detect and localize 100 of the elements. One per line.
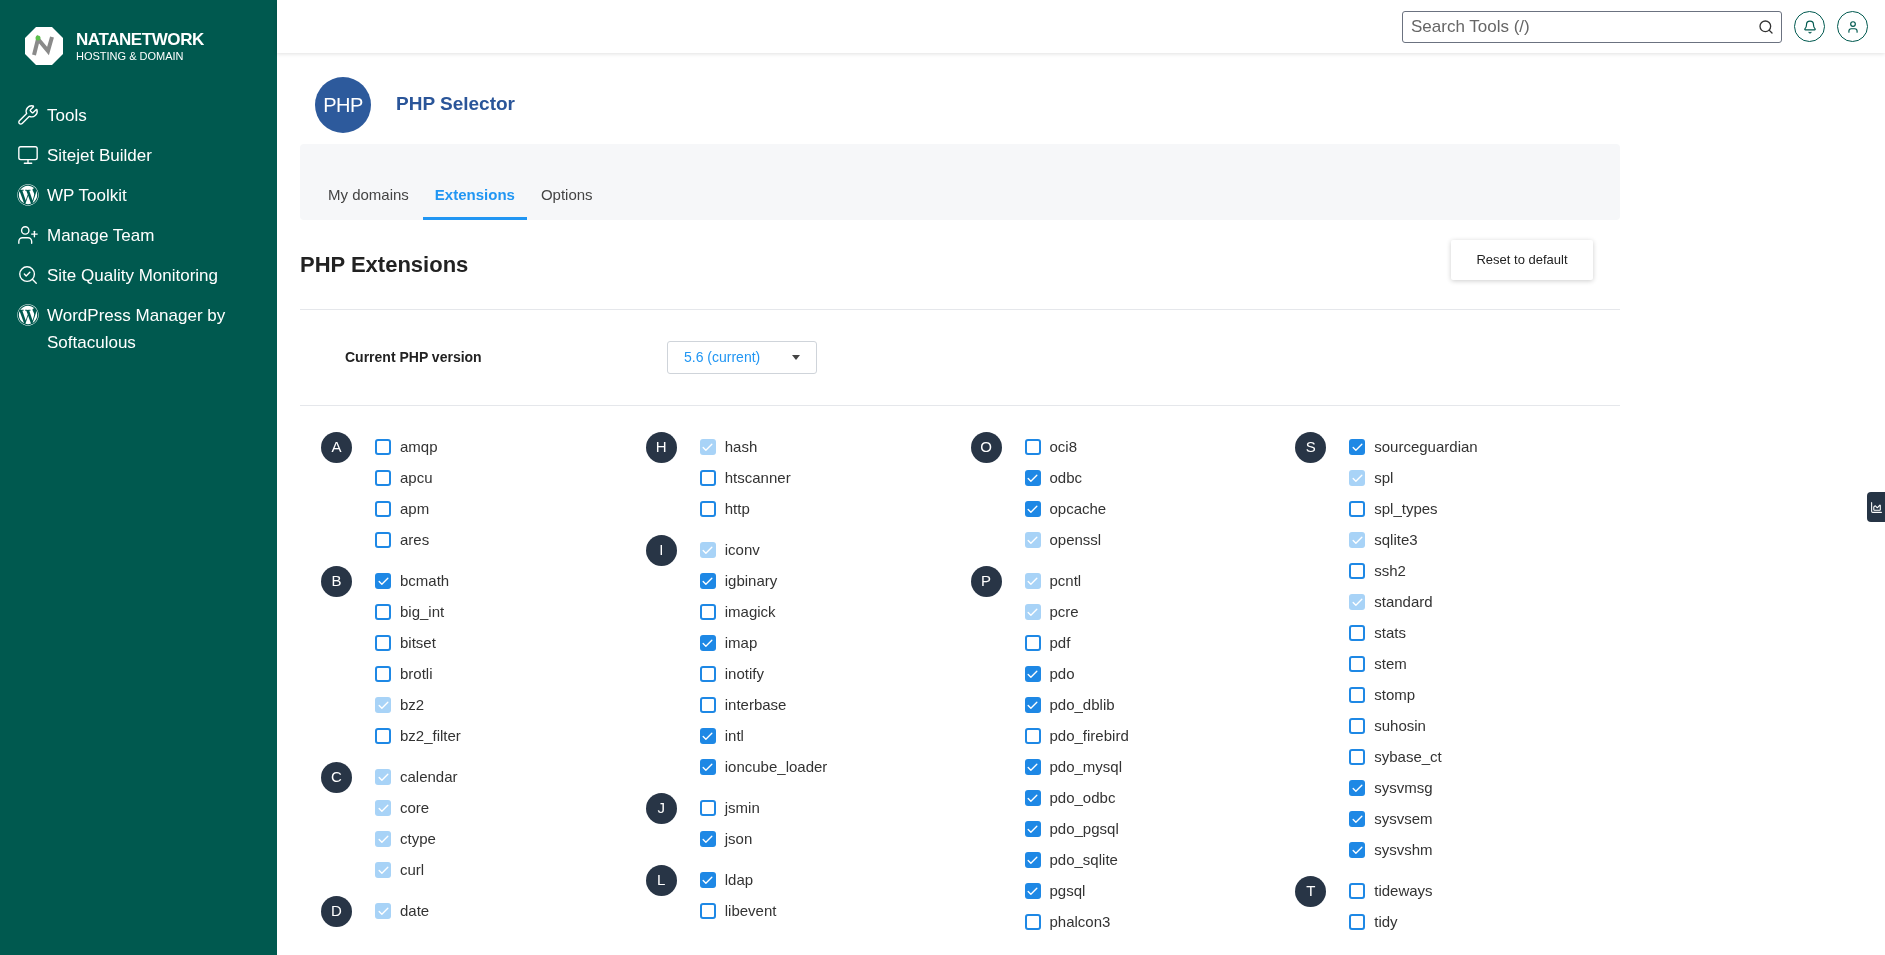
tab[interactable]: Options: [528, 183, 605, 220]
checkbox[interactable]: [1349, 718, 1366, 734]
extension-label: spl_types: [1374, 498, 1438, 519]
checkbox[interactable]: [1349, 914, 1366, 930]
letter-badge: D: [321, 896, 352, 927]
checkbox[interactable]: [1024, 790, 1041, 806]
checkbox[interactable]: [1024, 501, 1041, 517]
checkbox[interactable]: [699, 697, 716, 713]
checkbox[interactable]: [1349, 656, 1366, 672]
php-logo: PHP: [315, 76, 371, 133]
page-title: PHP Selector: [396, 92, 515, 117]
extension-label: stomp: [1374, 684, 1416, 705]
letter-badge: I: [645, 535, 677, 566]
letter-badge: B: [321, 566, 352, 597]
checkbox[interactable]: [1349, 439, 1366, 455]
extension-label: pgsql: [1049, 880, 1086, 901]
search-check-icon: [17, 264, 39, 286]
checkbox[interactable]: [1349, 883, 1366, 899]
sidebar-item[interactable]: Manage Team: [17, 222, 265, 249]
extension-label: spl: [1374, 467, 1394, 488]
extension-label: ldap: [724, 869, 754, 890]
letter-badge: J: [645, 793, 677, 824]
extension-label: bitset: [400, 632, 436, 653]
checkbox[interactable]: [1349, 687, 1366, 703]
sidebar-item[interactable]: Tools: [17, 102, 265, 129]
chart-tab-button[interactable]: [1867, 492, 1885, 522]
checkbox[interactable]: [699, 573, 716, 589]
checkbox[interactable]: [1024, 883, 1041, 899]
checkbox[interactable]: [1024, 697, 1041, 713]
tab[interactable]: My domains: [316, 183, 421, 220]
sidebar-item[interactable]: WP Toolkit: [17, 182, 265, 209]
checkbox[interactable]: [1024, 470, 1041, 486]
checkbox[interactable]: [375, 470, 391, 486]
extension-label: pdo_sqlite: [1049, 849, 1118, 870]
sidebar-item[interactable]: Site Quality Monitoring: [17, 262, 265, 289]
extension-label: inotify: [724, 663, 764, 684]
checkbox[interactable]: [699, 470, 716, 486]
checkbox[interactable]: [375, 501, 391, 517]
checkbox[interactable]: [1024, 821, 1041, 837]
extension-label: calendar: [400, 766, 458, 787]
checkbox[interactable]: [699, 800, 716, 816]
checkbox[interactable]: [375, 532, 391, 548]
checkbox[interactable]: [1024, 635, 1041, 651]
extension-label: libevent: [724, 900, 777, 921]
extension-label: jsmin: [724, 797, 760, 818]
checkbox[interactable]: [1349, 625, 1366, 641]
extension-label: core: [400, 797, 430, 818]
checkbox[interactable]: [699, 903, 716, 919]
checkbox[interactable]: [699, 604, 716, 620]
version-label: Current PHP version: [345, 348, 483, 367]
checkbox[interactable]: [1349, 780, 1366, 796]
checkbox[interactable]: [699, 666, 716, 682]
extension-label: apm: [400, 498, 430, 519]
checkbox[interactable]: [1349, 811, 1366, 827]
checkbox[interactable]: [1024, 728, 1041, 744]
letter-badge: O: [970, 432, 1002, 463]
extension-label: tideways: [1374, 880, 1433, 901]
extension-label: apcu: [400, 467, 433, 488]
checkbox[interactable]: [699, 728, 716, 744]
checkbox[interactable]: [1024, 852, 1041, 868]
checkbox[interactable]: [1024, 759, 1041, 775]
extension-label: htscanner: [724, 467, 791, 488]
extension-label: stats: [1374, 622, 1406, 643]
checkbox[interactable]: [375, 573, 391, 589]
checkbox[interactable]: [375, 728, 391, 744]
checkbox[interactable]: [375, 635, 391, 651]
bell-icon: [1802, 19, 1817, 34]
checkbox[interactable]: [699, 635, 716, 651]
checkbox[interactable]: [699, 501, 716, 517]
sidebar-item[interactable]: WordPress Manager by Softaculous: [17, 302, 265, 356]
extension-label: igbinary: [724, 570, 778, 591]
extension-label: sysvsem: [1374, 808, 1433, 829]
checkbox[interactable]: [1349, 563, 1366, 579]
extension-label: sqlite3: [1374, 529, 1418, 550]
logo-icon: [24, 26, 64, 66]
checkbox[interactable]: [1349, 501, 1366, 517]
reset-button[interactable]: Reset to default: [1451, 239, 1593, 280]
checkbox[interactable]: [1349, 842, 1366, 858]
checkbox[interactable]: [1024, 439, 1041, 455]
checkbox[interactable]: [699, 831, 716, 847]
extension-label: oci8: [1049, 436, 1078, 457]
checkbox[interactable]: [375, 439, 391, 455]
monitor-icon: [17, 144, 39, 166]
extension-label: ioncube_loader: [724, 756, 828, 777]
extension-label: big_int: [400, 601, 445, 622]
extension-label: imap: [724, 632, 758, 653]
checkbox[interactable]: [1349, 749, 1366, 765]
extension-label: phalcon3: [1049, 911, 1111, 932]
checkbox[interactable]: [1024, 666, 1041, 682]
checkbox[interactable]: [1024, 914, 1041, 930]
checkbox[interactable]: [699, 759, 716, 775]
extension-label: opcache: [1049, 498, 1107, 519]
checkbox[interactable]: [699, 872, 716, 888]
extension-label: openssl: [1049, 529, 1102, 550]
sidebar-item[interactable]: Sitejet Builder: [17, 142, 265, 169]
extension-label: hash: [724, 436, 758, 457]
checkbox[interactable]: [375, 604, 391, 620]
search-field[interactable]: Search Tools (/): [1402, 10, 1782, 43]
letter-badge: C: [321, 762, 352, 793]
checkbox[interactable]: [375, 666, 391, 682]
